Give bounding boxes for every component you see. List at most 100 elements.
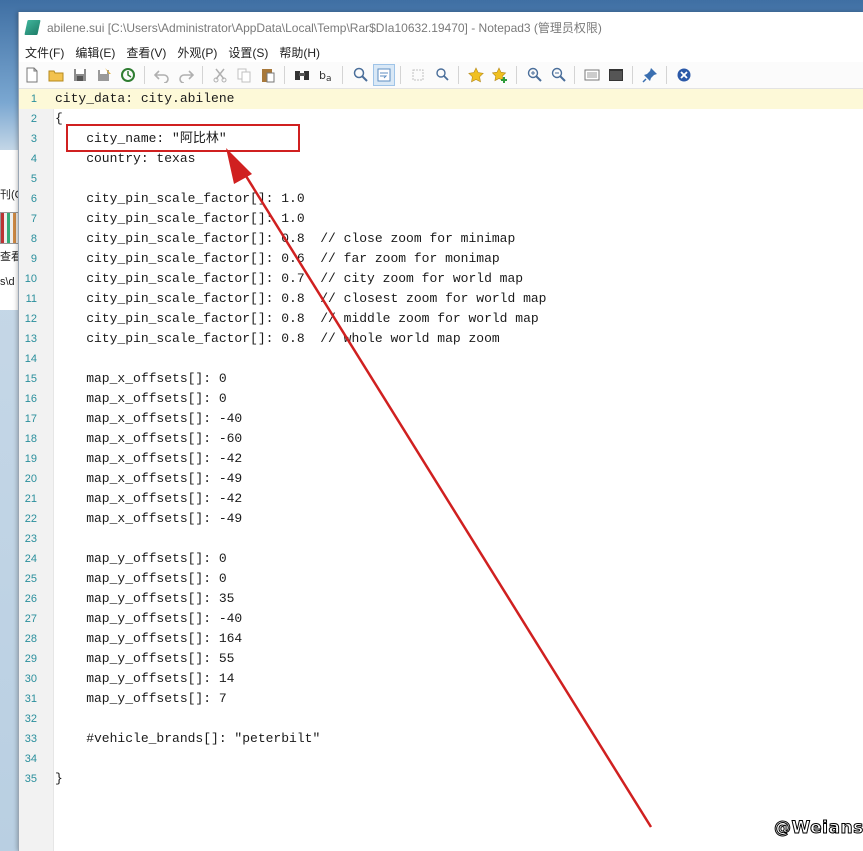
add-favorite-icon[interactable] — [489, 64, 511, 86]
scheme-icon[interactable] — [581, 64, 603, 86]
code-line[interactable]: 15 map_x_offsets[]: 0 — [19, 369, 863, 389]
zoom-out-icon[interactable] — [547, 64, 569, 86]
menu-file[interactable]: 文件(F) — [19, 44, 69, 61]
code-text: map_x_offsets[]: 0 — [55, 371, 227, 386]
paste-icon[interactable] — [257, 64, 279, 86]
code-line[interactable]: 26 map_y_offsets[]: 35 — [19, 589, 863, 609]
settings-icon[interactable] — [605, 64, 627, 86]
code-text: map_y_offsets[]: 55 — [55, 651, 235, 666]
code-line[interactable]: 16 map_x_offsets[]: 0 — [19, 389, 863, 409]
word-wrap-icon[interactable] — [373, 64, 395, 86]
toolbar-separator — [284, 66, 285, 84]
line-number: 11 — [25, 293, 37, 305]
code-line[interactable]: 11 city_pin_scale_factor[]: 0.8 // close… — [19, 289, 863, 309]
code-text: city_pin_scale_factor[]: 0.8 // close zo… — [55, 231, 516, 246]
code-text: map_y_offsets[]: 14 — [55, 671, 235, 686]
code-line[interactable]: 19 map_x_offsets[]: -42 — [19, 449, 863, 469]
code-line[interactable]: 8 city_pin_scale_factor[]: 0.8 // close … — [19, 229, 863, 249]
code-line[interactable]: 29 map_y_offsets[]: 55 — [19, 649, 863, 669]
copy-icon[interactable] — [233, 64, 255, 86]
code-line[interactable]: 12 city_pin_scale_factor[]: 0.8 // middl… — [19, 309, 863, 329]
code-line[interactable]: 32 — [19, 709, 863, 729]
code-text: map_x_offsets[]: -42 — [55, 451, 243, 466]
code-line[interactable]: 1 city_data: city.abilene — [19, 89, 863, 109]
menu-appearance[interactable]: 外观(P) — [171, 44, 222, 61]
code-text: city_pin_scale_factor[]: 0.8 // whole wo… — [55, 331, 500, 346]
code-line[interactable]: 14 — [19, 349, 863, 369]
line-number: 18 — [24, 433, 37, 445]
code-text: map_x_offsets[]: -60 — [55, 431, 243, 446]
code-line[interactable]: 22 map_x_offsets[]: -49 — [19, 509, 863, 529]
toolbar-separator — [458, 66, 459, 84]
revert-icon[interactable] — [117, 64, 139, 86]
save-icon[interactable] — [69, 64, 91, 86]
line-number: 24 — [24, 553, 37, 565]
code-text: map_x_offsets[]: 0 — [55, 391, 227, 406]
code-text: country: texas — [55, 151, 196, 166]
code-text: city_data: city.abilene — [55, 91, 235, 106]
new-file-icon[interactable] — [21, 64, 43, 86]
exit-icon[interactable] — [673, 64, 695, 86]
svg-text:b: b — [319, 69, 326, 82]
code-line[interactable]: 10 city_pin_scale_factor[]: 0.7 // city … — [19, 269, 863, 289]
pin-icon[interactable] — [639, 64, 661, 86]
code-text: map_x_offsets[]: -49 — [55, 471, 243, 486]
text-editor[interactable]: 1 city_data: city.abilene 2{3 city_name: "… — [19, 89, 863, 851]
code-line[interactable]: 24 map_y_offsets[]: 0 — [19, 549, 863, 569]
window-title: abilene.sui [C:\Users\Administrator\AppD… — [47, 20, 602, 35]
code-line[interactable]: 5 — [19, 169, 863, 189]
code-line[interactable]: 23 — [19, 529, 863, 549]
undo-icon[interactable] — [151, 64, 173, 86]
redo-icon[interactable] — [175, 64, 197, 86]
zoom-in-icon[interactable] — [523, 64, 545, 86]
line-number: 6 — [30, 193, 37, 205]
code-text: { — [55, 111, 63, 126]
select-icon[interactable] — [407, 64, 429, 86]
save-as-icon[interactable] — [93, 64, 115, 86]
code-line[interactable]: 4 country: texas — [19, 149, 863, 169]
menu-help[interactable]: 帮助(H) — [273, 44, 325, 61]
title-bar[interactable]: abilene.sui [C:\Users\Administrator\AppD… — [19, 12, 863, 42]
find-next-icon[interactable] — [431, 64, 453, 86]
line-number: 17 — [24, 413, 37, 425]
code-line[interactable]: 35} — [19, 769, 863, 789]
code-line[interactable]: 34 — [19, 749, 863, 769]
code-line[interactable]: 28 map_y_offsets[]: 164 — [19, 629, 863, 649]
toolbar-separator — [632, 66, 633, 84]
line-number: 30 — [24, 673, 37, 685]
line-number: 16 — [24, 393, 37, 405]
code-text: city_pin_scale_factor[]: 1.0 — [55, 191, 305, 206]
menu-edit[interactable]: 编辑(E) — [69, 44, 120, 61]
cut-icon[interactable] — [209, 64, 231, 86]
code-line[interactable]: 18 map_x_offsets[]: -60 — [19, 429, 863, 449]
line-number: 34 — [24, 753, 37, 765]
code-line[interactable]: 13 city_pin_scale_factor[]: 0.8 // whole… — [19, 329, 863, 349]
books-icon — [0, 212, 20, 244]
menu-settings[interactable]: 设置(S) — [222, 44, 273, 61]
favorites-icon[interactable] — [465, 64, 487, 86]
toolbar-separator — [342, 66, 343, 84]
code-line[interactable]: 21 map_x_offsets[]: -42 — [19, 489, 863, 509]
code-line[interactable]: 25 map_y_offsets[]: 0 — [19, 569, 863, 589]
code-line[interactable]: 33 #vehicle_brands[]: "peterbilt" — [19, 729, 863, 749]
code-text: map_y_offsets[]: 0 — [55, 571, 227, 586]
line-number: 3 — [30, 133, 37, 145]
find-icon[interactable] — [291, 64, 313, 86]
code-line[interactable]: 17 map_x_offsets[]: -40 — [19, 409, 863, 429]
code-text: city_pin_scale_factor[]: 0.6 // far zoom… — [55, 251, 500, 266]
code-line[interactable]: 27 map_y_offsets[]: -40 — [19, 609, 863, 629]
code-line[interactable]: 30 map_y_offsets[]: 14 — [19, 669, 863, 689]
code-line[interactable]: 7 city_pin_scale_factor[]: 1.0 — [19, 209, 863, 229]
menu-view[interactable]: 查看(V) — [120, 44, 171, 61]
goto-icon[interactable] — [349, 64, 371, 86]
code-line[interactable]: 9 city_pin_scale_factor[]: 0.6 // far zo… — [19, 249, 863, 269]
code-line[interactable]: 20 map_x_offsets[]: -49 — [19, 469, 863, 489]
code-line[interactable]: 6 city_pin_scale_factor[]: 1.0 — [19, 189, 863, 209]
code-line[interactable]: 31 map_y_offsets[]: 7 — [19, 689, 863, 709]
background-window-text: s\d — [0, 276, 15, 288]
open-folder-icon[interactable] — [45, 64, 67, 86]
toolbar-separator — [144, 66, 145, 84]
replace-icon[interactable]: ba — [315, 64, 337, 86]
code-text: map_x_offsets[]: -49 — [55, 511, 243, 526]
line-number: 2 — [30, 113, 37, 125]
